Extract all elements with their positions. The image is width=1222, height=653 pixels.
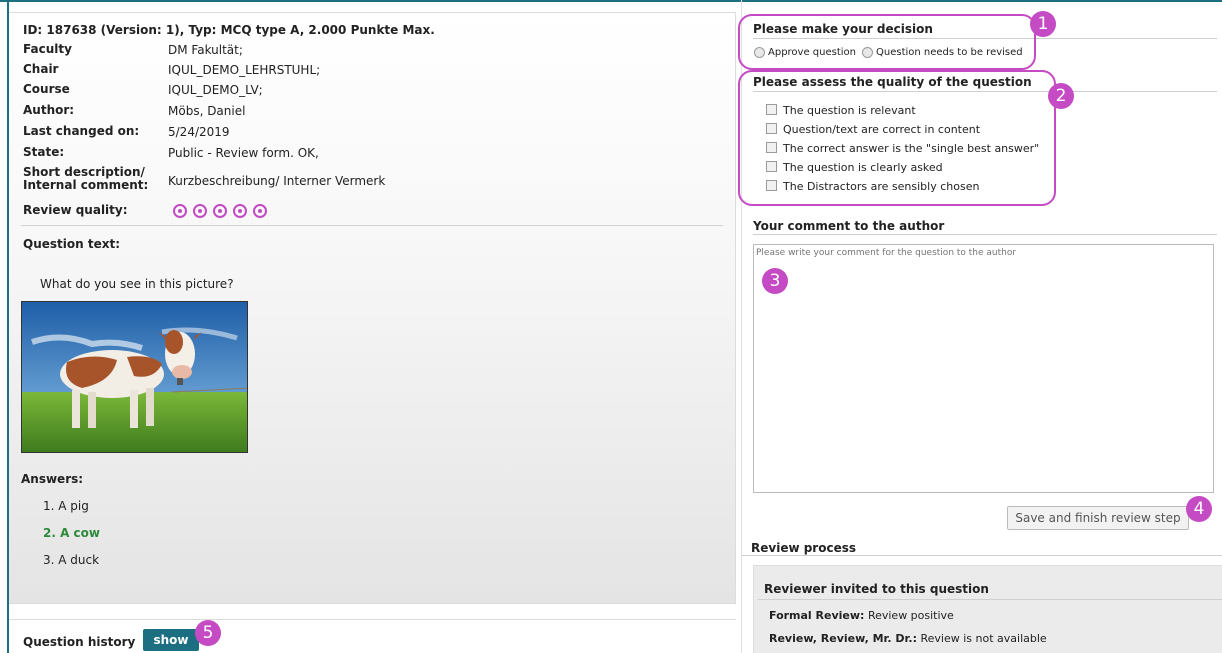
rating-circle-icon[interactable] bbox=[253, 204, 267, 218]
answer-option: 1. A pig bbox=[43, 499, 89, 513]
reviewer-label: Formal Review: bbox=[769, 609, 865, 622]
annotation-marker: 1 bbox=[1030, 11, 1056, 37]
divider bbox=[758, 599, 1222, 600]
cow-picture bbox=[22, 302, 247, 452]
show-history-button[interactable]: show bbox=[143, 629, 199, 651]
rating-circle-icon[interactable] bbox=[233, 204, 247, 218]
annotation-marker: 2 bbox=[1048, 83, 1074, 109]
decision-heading: Please make your decision bbox=[753, 22, 933, 36]
meta-key: State: bbox=[23, 145, 65, 159]
rating-circle-icon[interactable] bbox=[193, 204, 207, 218]
checkbox[interactable] bbox=[766, 160, 777, 172]
divider bbox=[753, 91, 1217, 92]
criterion-label: The Distractors are sensibly chosen bbox=[783, 180, 980, 193]
quality-criterion[interactable]: The Distractors are sensibly chosen bbox=[766, 179, 980, 193]
question-text-label: Question text: bbox=[23, 237, 120, 251]
meta-value: Möbs, Daniel bbox=[168, 104, 246, 118]
comment-heading: Your comment to the author bbox=[753, 219, 945, 233]
question-title: ID: 187638 (Version: 1), Typ: MCQ type A… bbox=[23, 23, 435, 37]
meta-value: IQUL_DEMO_LEHRSTUHL; bbox=[168, 63, 321, 77]
reviewer-box: Reviewer invited to this question Formal… bbox=[753, 565, 1222, 653]
checkbox[interactable] bbox=[766, 122, 777, 134]
revise-radio[interactable] bbox=[862, 47, 873, 58]
checkbox[interactable] bbox=[766, 103, 777, 115]
meta-value: DM Fakultät; bbox=[168, 43, 243, 57]
review-quality-rating bbox=[173, 204, 267, 218]
review-process-heading: Review process bbox=[751, 541, 857, 555]
question-text: What do you see in this picture? bbox=[40, 277, 234, 291]
reviewer-box-heading: Reviewer invited to this question bbox=[764, 582, 989, 596]
criterion-label: The question is relevant bbox=[783, 104, 916, 117]
meta-key: Author: bbox=[23, 103, 75, 117]
annotation-marker: 3 bbox=[762, 268, 788, 294]
divider bbox=[753, 234, 1217, 235]
checkbox[interactable] bbox=[766, 179, 777, 191]
annotation-marker: 4 bbox=[1186, 496, 1212, 522]
divider bbox=[753, 38, 1217, 39]
annotation-marker: 5 bbox=[195, 620, 221, 646]
approve-label[interactable]: Approve question bbox=[768, 47, 856, 58]
meta-key: Chair bbox=[23, 62, 59, 76]
divider bbox=[21, 225, 723, 226]
rating-circle-icon[interactable] bbox=[173, 204, 187, 218]
question-image bbox=[21, 301, 248, 453]
meta-value: Kurzbeschreibung/ Interner Vermerk bbox=[168, 174, 386, 188]
revise-label[interactable]: Question needs to be revised bbox=[876, 47, 1023, 58]
quality-criterion[interactable]: The correct answer is the "single best a… bbox=[766, 141, 1040, 155]
question-history-label: Question history bbox=[23, 635, 136, 649]
checkbox[interactable] bbox=[766, 141, 777, 153]
meta-key: Short description/ Internal comment: bbox=[23, 165, 149, 192]
comment-textarea[interactable] bbox=[753, 244, 1214, 493]
quality-heading: Please assess the quality of the questio… bbox=[753, 75, 1032, 89]
criterion-label: The correct answer is the "single best a… bbox=[783, 142, 1040, 155]
meta-key: Last changed on: bbox=[23, 124, 140, 138]
quality-criterion[interactable]: The question is clearly asked bbox=[766, 160, 943, 174]
answers-label: Answers: bbox=[21, 472, 84, 486]
question-history-bar: Question history show bbox=[9, 619, 736, 653]
criterion-label: Question/text are correct in content bbox=[783, 123, 981, 136]
meta-value: IQUL_DEMO_LV; bbox=[168, 83, 263, 97]
rating-circle-icon[interactable] bbox=[213, 204, 227, 218]
meta-key: Course bbox=[23, 82, 70, 96]
answer-option: 3. A duck bbox=[43, 553, 100, 567]
reviewer-row: Formal Review: Review positive bbox=[769, 609, 954, 622]
reviewer-row: Review, Review, Mr. Dr.: Review is not a… bbox=[769, 632, 1047, 645]
meta-value: Public - Review form. OK, bbox=[168, 146, 319, 160]
divider bbox=[742, 555, 1222, 556]
meta-key: Review quality: bbox=[23, 203, 128, 217]
approve-radio[interactable] bbox=[754, 47, 765, 58]
meta-key: Faculty bbox=[23, 42, 72, 56]
reviewer-status: Review positive bbox=[867, 609, 954, 622]
answer-option-correct: 2. A cow bbox=[43, 526, 100, 540]
save-finish-review-button[interactable]: Save and finish review step bbox=[1007, 506, 1189, 530]
criterion-label: The question is clearly asked bbox=[783, 161, 943, 174]
reviewer-label: Review, Review, Mr. Dr.: bbox=[769, 632, 917, 645]
decision-options: Approve question Question needs to be re… bbox=[754, 47, 1023, 58]
quality-criterion[interactable]: Question/text are correct in content bbox=[766, 122, 981, 136]
question-details-panel: ID: 187638 (Version: 1), Typ: MCQ type A… bbox=[9, 12, 736, 604]
reviewer-status: Review is not available bbox=[920, 632, 1047, 645]
review-panel: Please make your decision Approve questi… bbox=[741, 0, 1222, 653]
meta-value: 5/24/2019 bbox=[168, 125, 230, 139]
quality-criterion[interactable]: The question is relevant bbox=[766, 103, 916, 117]
